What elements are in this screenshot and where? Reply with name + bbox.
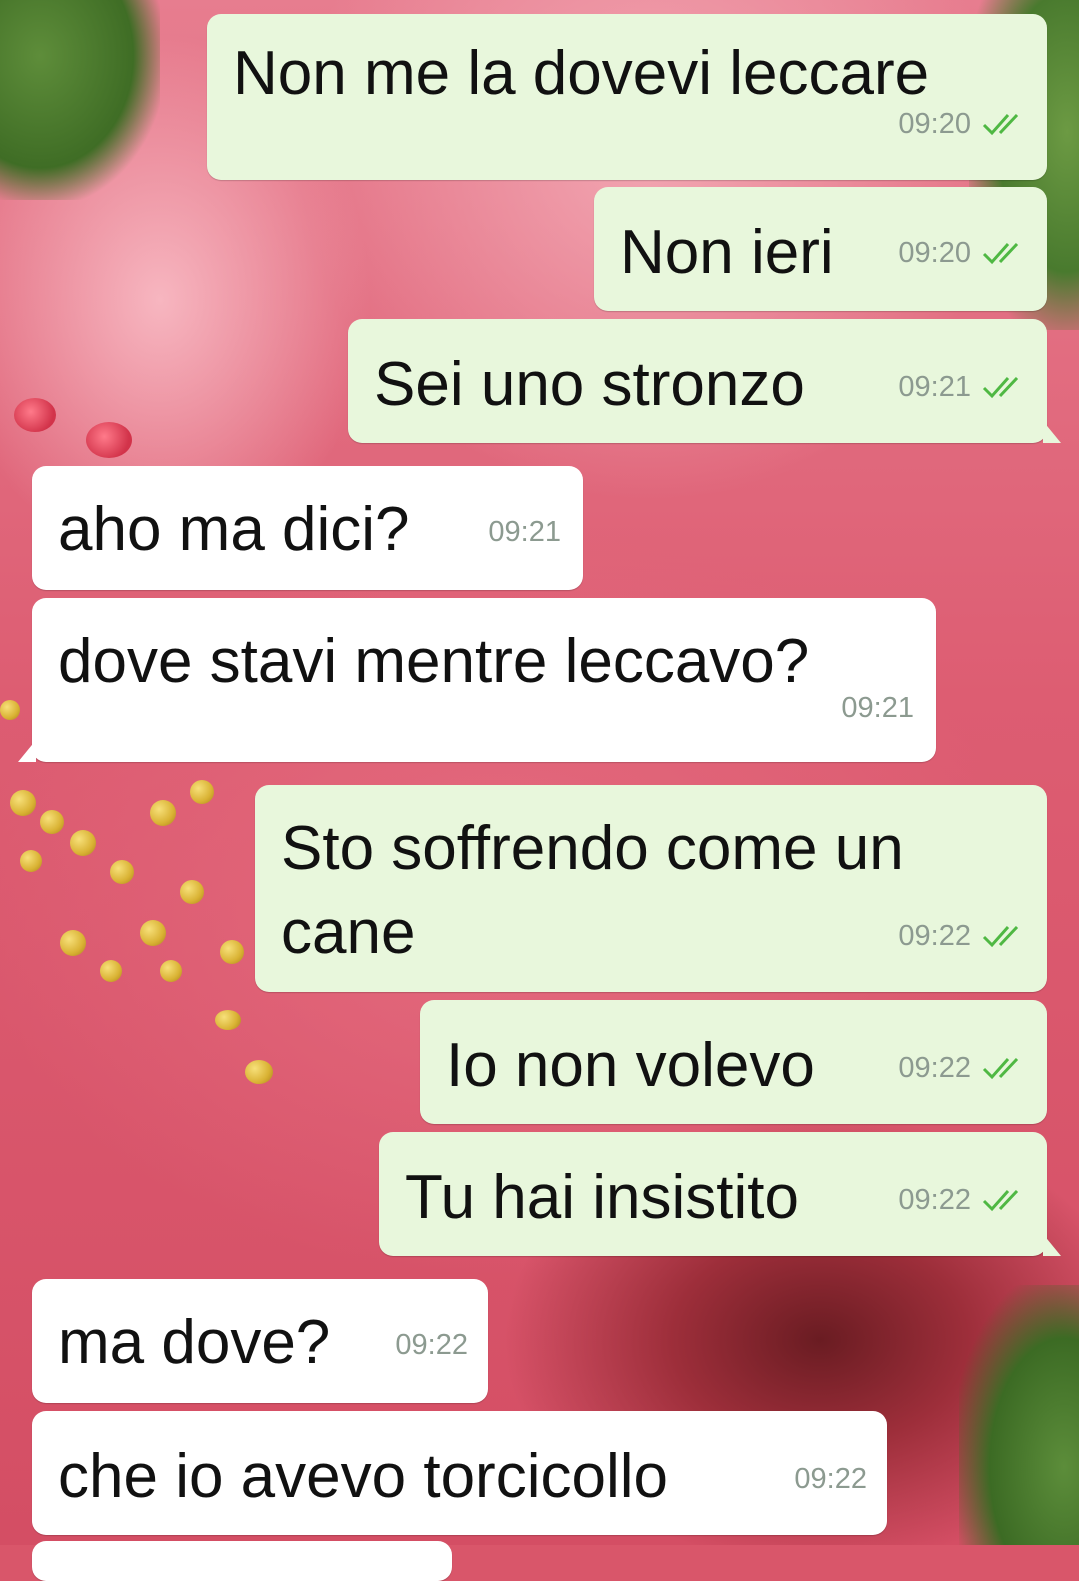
flower-pollen	[70, 830, 96, 856]
message-time: 09:22	[898, 920, 971, 952]
flower-pollen	[190, 780, 214, 804]
message-bubble-incoming-partial[interactable]	[32, 1541, 452, 1581]
message-bubble-incoming[interactable]: ma dove? 09:22	[32, 1279, 488, 1403]
message-text: ma dove?	[58, 1308, 331, 1377]
message-time: 09:22	[395, 1329, 468, 1361]
message-text: Tu hai insistito	[405, 1163, 799, 1232]
message-text: che io avevo torcicollo	[58, 1442, 668, 1511]
message-time: 09:22	[898, 1052, 971, 1084]
flower-pollen	[140, 920, 166, 946]
message-time: 09:21	[488, 516, 561, 548]
message-text: dove stavi mentre leccavo?	[58, 627, 810, 696]
flower-stigma	[86, 422, 132, 458]
bubble-tail	[18, 740, 36, 762]
message-bubble-outgoing[interactable]: Io non volevo 09:22	[420, 1000, 1047, 1124]
bubble-tail	[1043, 1234, 1061, 1256]
message-time: 09:22	[794, 1463, 867, 1495]
wallpaper-leaf	[959, 1285, 1079, 1545]
flower-pollen	[60, 930, 86, 956]
double-check-icon	[982, 1189, 1019, 1212]
message-meta: 09:22	[898, 1026, 1027, 1110]
flower-pollen	[180, 880, 204, 904]
wallpaper-leaf	[0, 0, 160, 200]
message-text: Non ieri	[620, 218, 834, 287]
message-meta: 09:22	[794, 1437, 867, 1521]
double-check-icon	[982, 113, 1019, 136]
message-meta: 09:22	[898, 1158, 1027, 1242]
bubble-tail	[1043, 421, 1061, 443]
flower-pollen	[215, 1010, 241, 1030]
message-text-line1: Sto soffrendo come un	[281, 814, 904, 883]
message-text-line2: cane	[281, 898, 416, 967]
message-time: 09:21	[841, 692, 914, 724]
flower-pollen	[10, 790, 36, 816]
flower-stigma	[14, 398, 56, 432]
message-meta: 09:22	[395, 1303, 468, 1387]
message-bubble-outgoing[interactable]: Tu hai insistito 09:22	[379, 1132, 1061, 1256]
message-time: 09:20	[898, 108, 971, 140]
message-meta: 09:22	[898, 894, 1027, 978]
message-text: aho ma dici?	[58, 495, 410, 564]
message-text: Io non volevo	[446, 1031, 815, 1100]
message-bubble-outgoing[interactable]: Non ieri 09:20	[594, 187, 1047, 311]
message-text: Non me la dovevi leccare	[233, 39, 930, 108]
message-meta: 09:21	[488, 490, 561, 574]
double-check-icon	[982, 376, 1019, 399]
flower-pollen	[20, 850, 42, 872]
double-check-icon	[982, 242, 1019, 265]
message-time: 09:22	[898, 1184, 971, 1216]
double-check-icon	[982, 1057, 1019, 1080]
message-meta: 09:20	[898, 82, 1027, 166]
message-time: 09:20	[898, 237, 971, 269]
message-bubble-outgoing[interactable]: Sei uno stronzo 09:21	[348, 319, 1061, 443]
flower-pollen	[40, 810, 64, 834]
flower-pollen	[100, 960, 122, 982]
message-bubble-outgoing[interactable]: Sto soffrendo come un cane 09:22	[255, 785, 1047, 992]
flower-pollen	[160, 960, 182, 982]
flower-pollen	[150, 800, 176, 826]
message-text: Sei uno stronzo	[374, 350, 805, 419]
message-time: 09:21	[898, 371, 971, 403]
message-meta: 09:20	[898, 211, 1027, 295]
flower-pollen	[220, 940, 244, 964]
message-bubble-incoming[interactable]: aho ma dici? 09:21	[32, 466, 583, 590]
flower-pollen	[245, 1060, 273, 1084]
message-bubble-outgoing[interactable]: Non me la dovevi leccare 09:20	[207, 14, 1047, 180]
flower-pollen	[0, 700, 20, 720]
message-meta: 09:21	[841, 666, 914, 750]
message-meta: 09:21	[898, 345, 1027, 429]
message-bubble-incoming[interactable]: che io avevo torcicollo 09:22	[32, 1411, 887, 1535]
message-bubble-incoming[interactable]: dove stavi mentre leccavo? 09:21	[18, 598, 936, 762]
flower-pollen	[110, 860, 134, 884]
double-check-icon	[982, 925, 1019, 948]
